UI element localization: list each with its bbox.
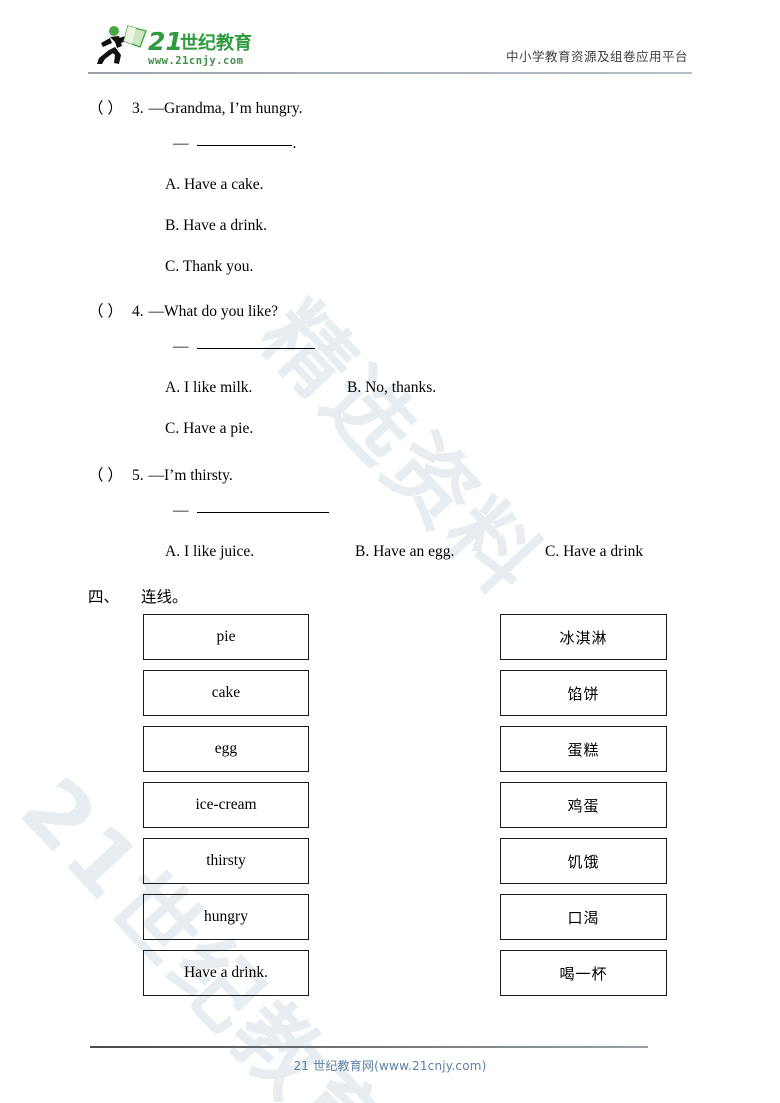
question-text: —I’m thirsty. bbox=[148, 467, 233, 484]
answer-blank-line: — bbox=[173, 501, 692, 519]
option-b[interactable]: B. Have an egg. bbox=[355, 543, 545, 560]
answer-paren[interactable]: （ ） bbox=[88, 467, 132, 484]
logo-wordmark: 21 世纪教育 bbox=[148, 27, 252, 56]
match-item-left[interactable]: hungry bbox=[143, 894, 309, 940]
write-in-blank[interactable] bbox=[196, 501, 329, 514]
option-text-c: Thank you. bbox=[182, 258, 254, 276]
option-label-c: C. bbox=[165, 258, 180, 276]
match-item-left[interactable]: pie bbox=[143, 614, 309, 660]
option-a[interactable]: A. I like juice. bbox=[165, 543, 355, 560]
section-number: 四、 bbox=[88, 588, 120, 606]
write-in-blank[interactable] bbox=[196, 134, 292, 147]
option-label-a: A. bbox=[165, 176, 181, 194]
dash-mark: — bbox=[173, 502, 189, 520]
question-item-3: （ ） 3. —Grandma, I’m hungry. —. A. Have a… bbox=[88, 100, 692, 275]
option-text-b: No, thanks. bbox=[365, 379, 437, 397]
option-text-a: I like milk. bbox=[183, 379, 253, 397]
question-item-4: （ ） 4. —What do you like? — A. I like mil… bbox=[88, 303, 692, 437]
question-text: —What do you like? bbox=[148, 303, 279, 320]
brand-logo: 21 世纪教育 www.21cnjy.com bbox=[88, 22, 266, 70]
page-header: 21 世纪教育 www.21cnjy.com 中小学教育资源及组卷应用平台 bbox=[88, 22, 692, 74]
option-row-c[interactable]: C. Have a pie. bbox=[165, 420, 692, 437]
runner-figure-icon bbox=[97, 25, 147, 64]
logo-icon: 21 世纪教育 www.21cnjy.com bbox=[97, 25, 252, 67]
svg-text:21: 21 bbox=[148, 27, 183, 56]
match-item-right[interactable]: 蛋糕 bbox=[500, 726, 667, 772]
match-item-left[interactable]: cake bbox=[143, 670, 309, 716]
svg-text:世纪教育: 世纪教育 bbox=[180, 32, 252, 54]
option-text-a: Have a cake. bbox=[183, 176, 264, 194]
match-item-right[interactable]: 冰淇淋 bbox=[500, 614, 667, 660]
question-stem: （ ） 5. —I’m thirsty. bbox=[88, 467, 692, 484]
matching-column-left: pie cake egg ice-cream thirsty hungry Ha… bbox=[143, 614, 309, 1006]
blank-terminal-punct: . bbox=[292, 135, 297, 153]
option-label-b: B. bbox=[165, 217, 180, 235]
header-tagline: 中小学教育资源及组卷应用平台 bbox=[505, 49, 688, 64]
option-text-c: Have a pie. bbox=[183, 420, 254, 438]
option-label-b: B. bbox=[355, 543, 370, 561]
match-item-right[interactable]: 喝一杯 bbox=[500, 950, 667, 996]
worksheet-page: 21 世纪教育 www.21cnjy.com 中小学教育资源及组卷应用平台 （ … bbox=[0, 0, 780, 1103]
option-label-c: C. bbox=[545, 543, 560, 561]
option-label-a: A. bbox=[165, 379, 181, 397]
option-label-b: B. bbox=[347, 379, 362, 397]
question-item-5: （ ） 5. —I’m thirsty. — A. I like juice. B.… bbox=[88, 467, 692, 560]
option-text-a: I like juice. bbox=[183, 543, 255, 561]
option-row-ab[interactable]: A. I like milk. B. No, thanks. bbox=[165, 379, 692, 396]
question-stem: （ ） 4. —What do you like? bbox=[88, 303, 692, 320]
answer-paren[interactable]: （ ） bbox=[88, 100, 132, 117]
svg-text:www.21cnjy.com: www.21cnjy.com bbox=[148, 55, 244, 67]
option-c[interactable]: C. Have a drink bbox=[545, 543, 643, 560]
option-label-a: A. bbox=[165, 543, 181, 561]
match-item-right[interactable]: 饥饿 bbox=[500, 838, 667, 884]
option-row-c[interactable]: C. Thank you. bbox=[165, 258, 692, 275]
answer-blank-line: —. bbox=[173, 134, 692, 152]
write-in-blank[interactable] bbox=[196, 337, 315, 350]
dash-mark: — bbox=[173, 338, 189, 356]
answer-paren[interactable]: （ ） bbox=[88, 303, 132, 320]
option-row-a[interactable]: A. Have a cake. bbox=[165, 176, 692, 193]
footer-credit: 21 世纪教育网(www.21cnjy.com) bbox=[293, 1059, 487, 1073]
matching-column-right: 冰淇淋 馅饼 蛋糕 鸡蛋 饥饿 口渴 喝一杯 bbox=[500, 614, 667, 1006]
option-label-c: C. bbox=[165, 420, 180, 438]
match-item-left[interactable]: thirsty bbox=[143, 838, 309, 884]
question-text: —Grandma, I’m hungry. bbox=[148, 100, 303, 117]
option-a[interactable]: A. I like milk. bbox=[165, 379, 347, 396]
match-item-left[interactable]: ice-cream bbox=[143, 782, 309, 828]
option-text-b: Have an egg. bbox=[373, 543, 455, 561]
option-row-b[interactable]: B. Have a drink. bbox=[165, 217, 692, 234]
match-item-right[interactable]: 鸡蛋 bbox=[500, 782, 667, 828]
footer-divider bbox=[90, 1046, 648, 1048]
match-item-right[interactable]: 馅饼 bbox=[500, 670, 667, 716]
question-number: 5. bbox=[132, 467, 144, 484]
match-item-left[interactable]: Have a drink. bbox=[143, 950, 309, 996]
dash-mark: — bbox=[173, 135, 189, 153]
section-heading-four: 四、 连线。 bbox=[88, 585, 188, 607]
answer-blank-line: — bbox=[173, 337, 692, 355]
logo-url: www.21cnjy.com bbox=[148, 55, 244, 67]
option-text-b: Have a drink. bbox=[183, 217, 268, 235]
option-b[interactable]: B. No, thanks. bbox=[347, 379, 436, 396]
question-number: 4. bbox=[132, 303, 144, 320]
option-text-c: Have a drink bbox=[563, 543, 644, 561]
question-number: 3. bbox=[132, 100, 144, 117]
question-stem: （ ） 3. —Grandma, I’m hungry. bbox=[88, 100, 692, 117]
section-title: 连线。 bbox=[141, 588, 188, 606]
match-item-left[interactable]: egg bbox=[143, 726, 309, 772]
match-item-right[interactable]: 口渴 bbox=[500, 894, 667, 940]
header-divider bbox=[88, 72, 692, 74]
option-row-abc[interactable]: A. I like juice. B. Have an egg. C. Have a… bbox=[165, 543, 692, 560]
